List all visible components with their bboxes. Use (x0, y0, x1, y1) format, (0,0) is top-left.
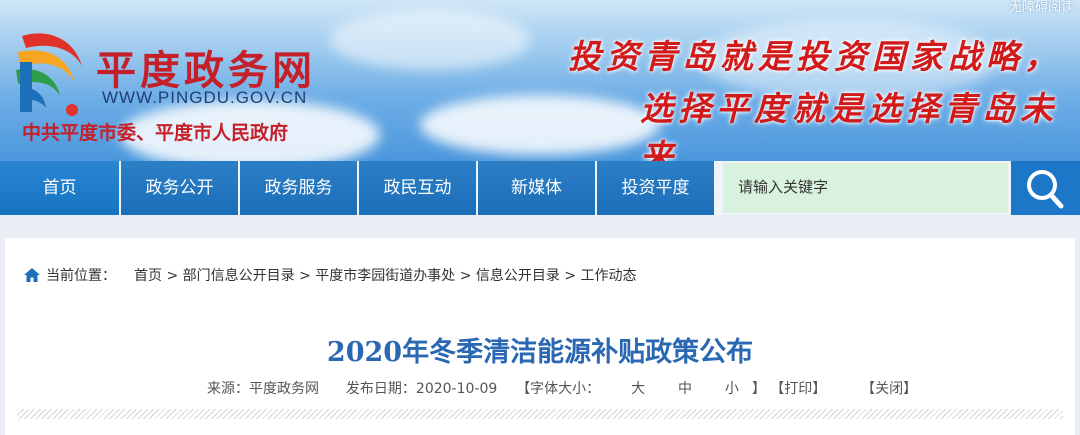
article-date: 发布日期：2020-10-09 (345, 381, 498, 397)
article-meta: 来源：平度政务网 发布日期：2020-10-09 【字体大小： 大 中 小 】 … (207, 378, 917, 398)
font-size-small-link[interactable]: 小 (725, 378, 739, 398)
nav-item-invest-pingdu[interactable]: 投资平度 (597, 161, 716, 215)
nav-item-public-interaction[interactable]: 政民互动 (359, 161, 478, 215)
slogan-line-2: 选择平度就是选择青岛未来 (640, 89, 1058, 161)
font-size-large-link[interactable]: 大 (631, 378, 645, 398)
breadcrumb-path[interactable]: 首页 > 部门信息公开目录 > 平度市李园街道办事处 > 信息公开目录 > 工作… (134, 265, 637, 285)
font-size-close-bracket: 】 (751, 381, 766, 397)
home-icon (24, 268, 40, 282)
site-org: 中共平度市委、平度市人民政府 (22, 122, 289, 144)
article-title: 2020年冬季清洁能源补贴政策公布 (326, 337, 754, 368)
search-button[interactable] (1011, 161, 1080, 215)
pingdu-logo-icon (16, 33, 82, 116)
nav-item-new-media[interactable]: 新媒体 (478, 161, 597, 215)
article-source: 来源：平度政务网 (207, 381, 319, 397)
breadcrumb-label: 当前位置： (46, 268, 116, 284)
nav-item-government-services[interactable]: 政务服务 (240, 161, 359, 215)
slogan-line-1: 投资青岛就是投资国家战略， (568, 37, 1062, 76)
print-link[interactable]: 【打印】 (770, 378, 826, 398)
cloud-decoration (420, 95, 660, 155)
header-banner: 无障碍阅读 平度政务网 WWW.PINGDU.GOV.CN 中共平度市委、平度市… (0, 0, 1080, 161)
article-panel: 当前位置： 首页 > 部门信息公开目录 > 平度市李园街道办事处 > 信息公开目… (5, 238, 1075, 435)
search-icon (1027, 170, 1064, 209)
nav-item-home[interactable]: 首页 (0, 161, 121, 215)
nav-item-government-affairs-open[interactable]: 政务公开 (121, 161, 240, 215)
cloud-decoration (330, 10, 530, 70)
site-url: WWW.PINGDU.GOV.CN (102, 88, 308, 107)
font-size-label: 【字体大小： (516, 381, 601, 397)
font-size-medium-link[interactable]: 中 (678, 378, 692, 398)
search-input[interactable] (723, 163, 1008, 213)
close-link[interactable]: 【关闭】 (861, 378, 917, 398)
accessibility-link[interactable]: 无障碍阅读 (1009, 0, 1074, 15)
breadcrumb: 当前位置： 首页 > 部门信息公开目录 > 平度市李园街道办事处 > 信息公开目… (23, 265, 637, 285)
divider (17, 409, 1063, 419)
